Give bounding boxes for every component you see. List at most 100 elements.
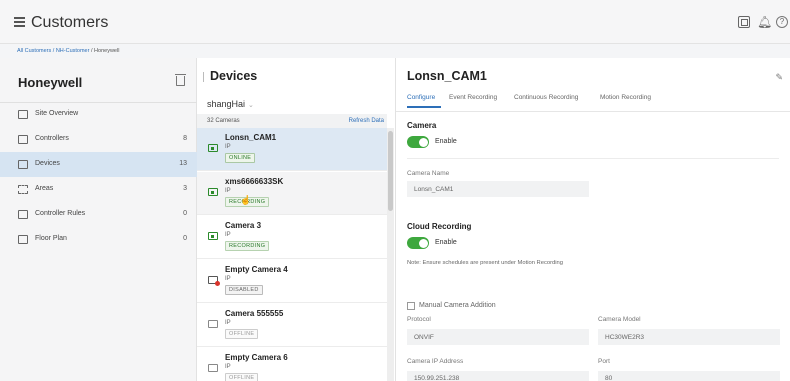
camera-type: IP bbox=[225, 144, 231, 150]
cloud-enable-toggle[interactable] bbox=[407, 237, 429, 249]
camera-list-item[interactable]: xms6666633SK IP RECORDING ☝ bbox=[197, 172, 387, 215]
camera-count-bar: 32 Cameras Refresh Data bbox=[197, 114, 387, 128]
status-badge: RECORDING bbox=[225, 241, 270, 251]
status-badge: ONLINE bbox=[225, 153, 256, 163]
devices-panel: Devices shangHai ⌄ 32 Cameras Refresh Dat… bbox=[197, 58, 396, 381]
sidebar-item-count: 0 bbox=[183, 210, 187, 217]
sidebar-item-count: 13 bbox=[179, 160, 187, 167]
sidebar-item-label: Areas bbox=[35, 185, 54, 192]
camera-enable-label: Enable bbox=[435, 138, 457, 145]
tab-configure[interactable]: Configure bbox=[407, 94, 435, 101]
camera-offline-icon bbox=[208, 320, 218, 328]
camera-type: IP bbox=[225, 364, 231, 370]
top-header: Customers 🔔︎ ? bbox=[0, 0, 790, 44]
grid-icon[interactable] bbox=[738, 16, 750, 28]
camera-name-field[interactable]: Lonsn_CAM1 bbox=[407, 181, 589, 197]
tab-continuous-recording[interactable]: Continuous Recording bbox=[514, 94, 578, 101]
camera-name: Camera 555555 bbox=[225, 309, 284, 318]
status-badge: OFFLINE bbox=[225, 329, 259, 339]
camera-list-item[interactable]: Empty Camera 4 IP DISABLED bbox=[197, 260, 387, 303]
recording-note: Note: Ensure schedules are present under… bbox=[407, 260, 563, 266]
breadcrumb: All Customers / NH-Customer / Honeywell bbox=[17, 48, 119, 54]
camera-name: Camera 3 bbox=[225, 221, 262, 230]
camera-type: IP bbox=[225, 276, 231, 282]
camera-offline-icon bbox=[208, 364, 218, 372]
help-icon[interactable]: ? bbox=[776, 16, 788, 28]
camera-icon bbox=[208, 188, 218, 196]
cloud-enable-label: Enable bbox=[435, 239, 457, 246]
camera-icon bbox=[208, 144, 218, 152]
breadcrumb-nh-customer[interactable]: NH-Customer bbox=[56, 48, 90, 54]
port-label: Port bbox=[598, 358, 610, 365]
camera-type: IP bbox=[225, 188, 231, 194]
floor-plan-icon bbox=[18, 235, 28, 244]
devices-icon bbox=[18, 160, 28, 169]
camera-list-item[interactable]: Camera 555555 IP OFFLINE bbox=[197, 304, 387, 347]
trash-icon[interactable] bbox=[175, 74, 186, 86]
camera-type: IP bbox=[225, 232, 231, 238]
port-field[interactable]: 80 bbox=[598, 371, 780, 381]
camera-list-item[interactable]: Lonsn_CAM1 IP ONLINE bbox=[197, 128, 387, 171]
protocol-label: Protocol bbox=[407, 316, 431, 323]
camera-list-item[interactable]: Empty Camera 6 IP OFFLINE bbox=[197, 348, 387, 381]
tab-divider bbox=[396, 111, 790, 112]
sidebar-item-label: Devices bbox=[35, 160, 60, 167]
site-name: Honeywell bbox=[18, 75, 83, 90]
sidebar-item-count: 3 bbox=[183, 185, 187, 192]
camera-title: Lonsn_CAM1 bbox=[407, 69, 487, 83]
divider bbox=[407, 158, 779, 159]
panel-edge bbox=[203, 72, 204, 82]
sidebar-item-label: Floor Plan bbox=[35, 235, 67, 242]
camera-list-item[interactable]: Camera 3 IP RECORDING bbox=[197, 216, 387, 259]
refresh-data-link[interactable]: Refresh Data bbox=[349, 118, 384, 124]
manual-addition-label: Manual Camera Addition bbox=[419, 302, 496, 309]
camera-name: Empty Camera 6 bbox=[225, 353, 288, 362]
cloud-recording-title: Cloud Recording bbox=[407, 222, 472, 231]
controller-rules-icon bbox=[18, 210, 28, 219]
site-select[interactable]: shangHai ⌄ bbox=[207, 99, 254, 109]
sidebar-item-floor-plan[interactable]: Floor Plan 0 bbox=[0, 227, 197, 252]
ip-address-field[interactable]: 150.99.251.238 bbox=[407, 371, 589, 381]
hamburger-icon[interactable] bbox=[14, 17, 25, 27]
tab-motion-recording[interactable]: Motion Recording bbox=[600, 94, 651, 101]
manual-addition-checkbox[interactable] bbox=[407, 302, 415, 310]
chevron-down-icon: ⌄ bbox=[248, 102, 254, 109]
edit-pencil-icon[interactable]: ✎ bbox=[775, 72, 783, 83]
camera-disabled-icon bbox=[208, 276, 220, 286]
sidebar-item-label: Controllers bbox=[35, 135, 69, 142]
bell-icon[interactable]: 🔔︎ bbox=[757, 16, 772, 28]
site-select-value: shangHai bbox=[207, 99, 246, 109]
sidebar-item-controller-rules[interactable]: Controller Rules 0 bbox=[0, 202, 197, 227]
sidebar: Honeywell Site Overview Controllers 8 De… bbox=[0, 58, 197, 381]
devices-title: Devices bbox=[210, 69, 258, 83]
sidebar-item-areas[interactable]: Areas 3 bbox=[0, 177, 197, 202]
breadcrumb-all-customers[interactable]: All Customers bbox=[17, 48, 51, 54]
camera-model-field[interactable]: HC30WE2R3 bbox=[598, 329, 780, 345]
scrollbar[interactable] bbox=[387, 128, 394, 381]
sidebar-item-devices[interactable]: Devices 13 bbox=[0, 152, 197, 177]
mouse-cursor-icon: ☝ bbox=[240, 195, 252, 205]
sidebar-item-label: Controller Rules bbox=[35, 210, 86, 217]
camera-name-label: Camera Name bbox=[407, 170, 450, 177]
camera-count: 32 Cameras bbox=[207, 118, 240, 124]
sidebar-item-count: 8 bbox=[183, 135, 187, 142]
site-overview-icon bbox=[18, 110, 28, 119]
ip-address-label: Camera IP Address bbox=[407, 358, 464, 365]
camera-model-label: Camera Model bbox=[598, 316, 641, 323]
protocol-field[interactable]: ONVIF bbox=[407, 329, 589, 345]
breadcrumb-current: Honeywell bbox=[94, 48, 120, 54]
active-tab-indicator bbox=[407, 106, 441, 108]
status-badge: DISABLED bbox=[225, 285, 263, 295]
camera-section-title: Camera bbox=[407, 121, 437, 130]
camera-name: Empty Camera 4 bbox=[225, 265, 288, 274]
scrollbar-thumb[interactable] bbox=[388, 131, 393, 211]
sidebar-item-site-overview[interactable]: Site Overview bbox=[0, 102, 197, 127]
camera-type: IP bbox=[225, 320, 231, 326]
camera-details-panel: Lonsn_CAM1 ✎ Configure Event Recording C… bbox=[396, 58, 790, 381]
tab-event-recording[interactable]: Event Recording bbox=[449, 94, 497, 101]
status-badge: OFFLINE bbox=[225, 373, 259, 381]
camera-name: Lonsn_CAM1 bbox=[225, 133, 277, 142]
areas-icon bbox=[18, 185, 28, 194]
camera-enable-toggle[interactable] bbox=[407, 136, 429, 148]
sidebar-item-controllers[interactable]: Controllers 8 bbox=[0, 127, 197, 152]
